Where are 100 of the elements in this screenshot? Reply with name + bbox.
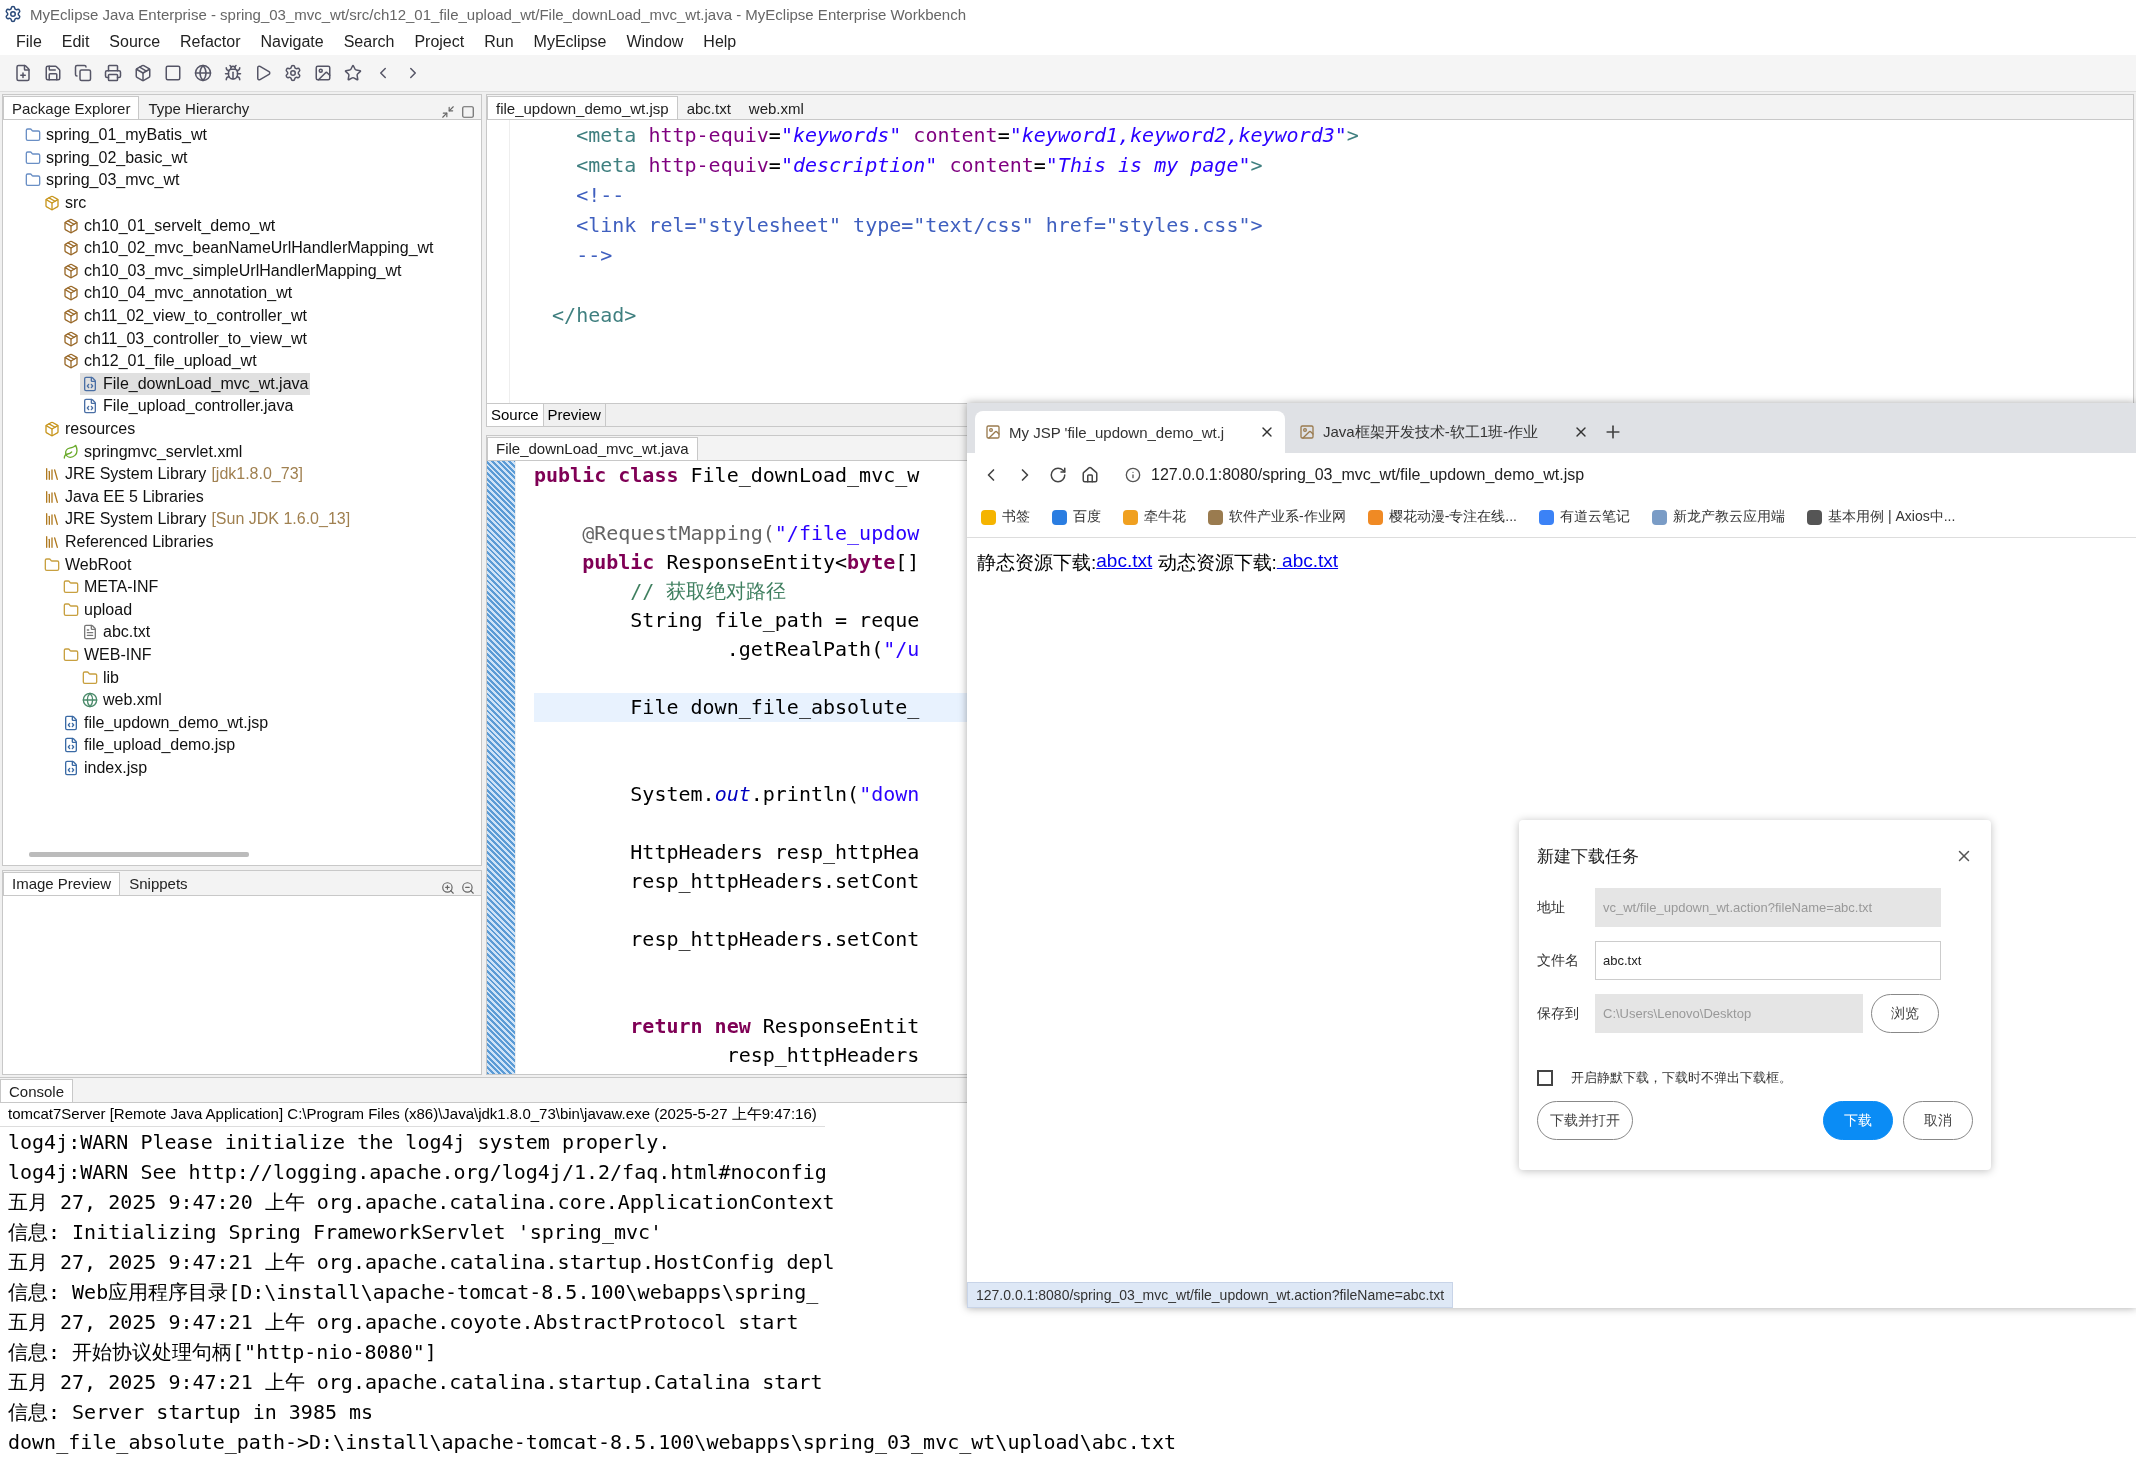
minimize-icon[interactable] [441,105,455,119]
editor-tab[interactable]: abc.txt [677,96,740,119]
checkbox[interactable] [1537,1070,1553,1086]
editor-tab[interactable]: Source [487,403,544,426]
menu-item[interactable]: Refactor [170,32,251,51]
menu-item[interactable]: Run [474,32,524,51]
console-line: 五月 27, 2025 9:47:20 上午 org.apache.catalina.core.ApplicationContext [7,1189,835,1216]
print-icon[interactable] [104,64,122,82]
tree-label: WEB-INF [84,645,152,664]
tree-item[interactable]: META-INF [61,575,161,599]
tree-item[interactable]: Referenced Libraries [42,530,216,554]
menu-item[interactable]: MyEclipse [523,32,617,51]
tree-item[interactable]: resources [42,417,138,441]
bookmark[interactable]: 有道云笔记 [1539,508,1630,526]
reload-icon[interactable] [1049,466,1067,484]
run-icon[interactable] [254,64,272,82]
view-tab[interactable]: Package Explorer [3,96,140,119]
editor-tab[interactable]: File_downLoad_mvc_wt.java [487,436,698,460]
tree-item[interactable]: File_downLoad_mvc_wt.java [80,372,311,396]
tree-item[interactable]: web.xml [80,688,164,712]
package-icon [63,240,79,257]
maximize-icon[interactable] [461,105,475,119]
home-icon[interactable] [1081,466,1099,484]
copy-icon[interactable] [74,64,92,82]
editor-tab[interactable]: file_updown_demo_wt.jsp [487,96,678,119]
code-line: File down_file_absolute_ [629,693,920,721]
input-field[interactable]: abc.txt [1595,941,1941,980]
globe-icon[interactable] [194,64,212,82]
new-file-icon[interactable] [14,64,32,82]
bookmark[interactable]: 新龙产教云应用端 [1652,508,1785,526]
menu-item[interactable]: Project [404,32,475,51]
download-link[interactable]: abc.txt [1276,550,1339,576]
menu-item[interactable]: Help [693,32,747,51]
page-icon [1299,424,1315,440]
editor-tab[interactable]: web.xml [739,96,813,119]
code-line: @RequestMapping("/file_updow [581,519,920,547]
star-icon[interactable] [344,64,362,82]
bookmark[interactable]: 百度 [1052,508,1101,526]
address-bar[interactable]: 127.0.0.1:8080/spring_03_mvc_wt/file_updown_demo_wt.jsp [1113,458,2136,492]
package-icon[interactable] [134,64,152,82]
tree-label: WebRoot [65,555,132,574]
tree-item[interactable]: ch10_04_mvc_annotation_wt [61,282,295,305]
tree-label: Java EE 5 Libraries [65,487,204,506]
debug-icon[interactable] [224,64,242,82]
browser-tab[interactable]: My JSP 'file_updown_demo_wt.j [975,411,1285,453]
tree-item[interactable]: JRE System Library [jdk1.8.0_73] [42,462,305,486]
view-tab[interactable]: Image Preview [3,871,121,895]
tree-label: ch11_03_controller_to_view_wt [84,329,307,348]
jsp-file-icon [63,714,79,731]
tree-item[interactable]: abc.txt [80,621,153,644]
console-line: log4j:WARN Please initialize the log4j system properly. [7,1129,671,1156]
image-icon[interactable] [314,64,332,82]
leaf-icon [63,443,79,460]
tree-item[interactable]: spring_03_mvc_wt [23,169,182,192]
tree-item[interactable]: spring_01_myBatis_wt [23,124,209,147]
square-icon[interactable] [164,64,182,82]
tree-item[interactable]: lib [80,666,121,689]
tree-item[interactable]: springmvc_servlet.xml [61,440,245,463]
tree-item[interactable]: ch12_01_file_upload_wt [61,349,259,373]
tree-item[interactable]: spring_02_basic_wt [23,146,190,170]
tree-label: file_updown_demo_wt.jsp [84,713,269,732]
view-tab[interactable]: Type Hierarchy [139,96,259,119]
dialog-button[interactable]: 取消 [1903,1101,1973,1140]
save-icon[interactable] [44,64,62,82]
tree-item[interactable]: upload [61,598,135,622]
browser-tab[interactable]: Java框架开发技术-软工1班-作业 [1289,411,1599,453]
tree-item[interactable]: WebRoot [42,553,134,576]
tree-item[interactable]: ch10_03_mvc_simpleUrlHandlerMapping_wt [61,259,404,283]
bookmark[interactable]: 书签 [981,508,1030,526]
menu-item[interactable]: Edit [51,32,100,51]
view-tab[interactable]: Snippets [120,871,197,895]
gear-icon[interactable] [284,64,302,82]
tree-item[interactable]: ch10_02_mvc_beanNameUrlHandlerMapping_wt [61,236,436,260]
menu-item[interactable]: Window [616,32,694,51]
bookmark[interactable]: 软件产业系-作业网 [1208,508,1346,526]
menu-item[interactable]: Source [99,32,171,51]
tree-item[interactable]: File_upload_controller.java [80,395,296,418]
bookmark[interactable]: 基本用例 | Axios中... [1807,508,1956,526]
menu-item[interactable]: Search [333,32,405,51]
tree-label: Referenced Libraries [65,533,214,551]
menu-item[interactable]: Navigate [250,32,334,51]
download-link[interactable]: abc.txt [1096,550,1153,576]
tree-item[interactable]: ch11_03_controller_to_view_wt [61,327,309,350]
zoom-in-icon[interactable] [441,880,455,895]
tree-item[interactable]: ch10_01_servelt_demo_wt [61,214,278,237]
tree-item[interactable]: Java EE 5 Libraries [42,485,206,509]
view-tab[interactable]: Console [0,1079,74,1102]
tree-item[interactable]: WEB-INF [61,643,154,667]
bookmark[interactable]: 樱花动漫-专注在线... [1367,508,1517,526]
tree-item[interactable]: src [42,191,89,215]
bookmark[interactable]: 牵牛花 [1123,508,1186,526]
tree-item[interactable]: JRE System Library [Sun JDK 1.6.0_13] [42,508,353,531]
tree-item[interactable]: ch11_02_view_to_controller_wt [61,304,309,328]
menu-item[interactable]: File [6,32,52,51]
tree-item[interactable]: file_updown_demo_wt.jsp [61,711,271,735]
dialog-button[interactable]: 下载并打开 [1537,1101,1633,1140]
zoom-out-icon[interactable] [461,880,475,895]
tree-item[interactable]: index.jsp [61,756,150,780]
tree-item[interactable]: file_upload_demo.jsp [61,734,238,757]
tree-label: index.jsp [84,758,148,777]
